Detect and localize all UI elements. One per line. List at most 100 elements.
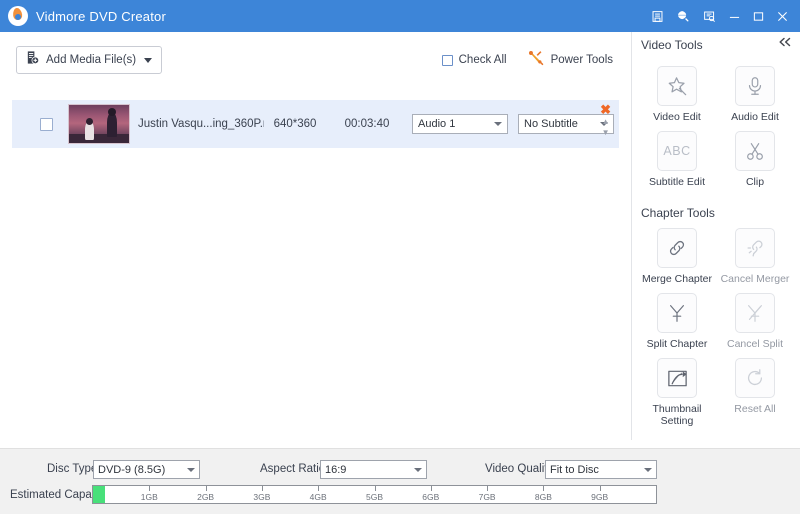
check-all-checkbox[interactable] [442,55,453,66]
video-tools-header: Video Tools [632,32,800,58]
add-file-icon [25,50,40,70]
bottom-bar: Disc Type DVD-9 (8.5G) Aspect Ratio: 16:… [0,448,800,514]
magic-wand-icon [657,66,697,106]
tools-panel: Video Tools Video Edit [631,32,800,440]
feedback-icon[interactable] [696,0,722,32]
video-tools-title: Video Tools [641,38,703,52]
row-checkbox[interactable] [40,118,53,131]
capacity-tick [318,486,319,491]
tool-cancel-merger: Cancel Merger [716,222,794,285]
chevron-down-icon [644,468,652,472]
tool-label: Merge Chapter [642,273,712,285]
add-media-files-button[interactable]: Add Media File(s) [16,46,162,74]
tool-audio-edit[interactable]: Audio Edit [716,60,794,123]
tool-clip[interactable]: Clip [716,125,794,188]
chevron-down-icon [187,468,195,472]
double-chevron-left-icon[interactable] [778,37,792,50]
audio-track-value: Audio 1 [418,118,488,130]
disc-type-label: Disc Type [47,463,97,475]
abc-icon: ABC [657,131,697,171]
disc-type-value: DVD-9 (8.5G) [98,464,181,476]
reset-icon [735,358,775,398]
capacity-ticks: 1GB2GB3GB4GB5GB6GB7GB8GB9GB [93,486,656,503]
video-thumbnail [68,104,130,144]
tool-merge-chapter[interactable]: Merge Chapter [638,222,716,285]
media-resolution: 640*360 [264,118,326,130]
aspect-ratio-select[interactable]: 16:9 [320,460,427,479]
capacity-tick [600,486,601,491]
minimize-button[interactable] [722,0,746,32]
audio-track-select[interactable]: Audio 1 [412,114,508,134]
title-bar: Vidmore DVD Creator [0,0,800,32]
tool-label: Cancel Merger [721,273,790,285]
tool-label: Video Edit [653,111,701,123]
toolbar-right-group: Check All Power Tools [442,49,613,71]
help-globe-icon[interactable] [670,0,696,32]
check-all-control[interactable]: Check All [442,54,507,66]
capacity-tick-label: 2GB [197,492,214,502]
media-list: Justin Vasqu...ing_360P.mp4 640*360 00:0… [0,88,631,448]
move-up-button[interactable]: ▲ [602,117,610,126]
link-icon [657,228,697,268]
table-row[interactable]: Justin Vasqu...ing_360P.mp4 640*360 00:0… [12,100,619,148]
app-title: Vidmore DVD Creator [36,9,166,24]
chevron-down-icon[interactable] [144,58,152,63]
add-media-files-label: Add Media File(s) [46,54,136,66]
capacity-tick [543,486,544,491]
tool-thumbnail-setting[interactable]: Thumbnail Setting [638,352,716,427]
capacity-tick-label: 5GB [366,492,383,502]
chevron-down-icon [414,468,422,472]
move-down-button[interactable]: ▼ [602,128,610,137]
aspect-ratio-value: 16:9 [325,464,408,476]
capacity-tick [487,486,488,491]
register-icon[interactable] [644,0,670,32]
tool-label: Cancel Split [727,338,783,350]
tool-subtitle-edit[interactable]: ABC Subtitle Edit [638,125,716,188]
capacity-tick [206,486,207,491]
microphone-icon [735,66,775,106]
maximize-button[interactable] [746,0,770,32]
capacity-tick-label: 4GB [310,492,327,502]
tool-label: Thumbnail Setting [638,403,716,427]
thumbnail-icon [657,358,697,398]
check-all-label: Check All [459,54,507,66]
tool-reset-all: Reset All [716,352,794,427]
media-filename: Justin Vasqu...ing_360P.mp4 [138,118,264,130]
tool-cancel-split: Cancel Split [716,287,794,350]
main-toolbar: Add Media File(s) Check All Pow [0,32,631,88]
app-window: Vidmore DVD Creator [0,0,800,514]
capacity-tick-label: 8GB [535,492,552,502]
disc-type-select[interactable]: DVD-9 (8.5G) [93,460,200,479]
aspect-ratio-label: Aspect Ratio: [260,463,328,475]
tool-split-chapter[interactable]: Split Chapter [638,287,716,350]
capacity-tick-label: 9GB [591,492,608,502]
tool-label: Audio Edit [731,111,779,123]
chapter-tools-title: Chapter Tools [638,206,794,220]
power-tools-label: Power Tools [551,54,613,66]
capacity-tick [431,486,432,491]
capacity-bar: 1GB2GB3GB4GB5GB6GB7GB8GB9GB [92,485,657,504]
power-tools-button[interactable]: Power Tools [527,49,613,71]
row-actions: ✖ ▲ ▼ [600,104,611,137]
tool-label: Subtitle Edit [649,176,705,188]
remove-media-button[interactable]: ✖ [600,104,611,115]
broken-link-icon [735,228,775,268]
window-controls [644,0,800,32]
tool-video-edit[interactable]: Video Edit [638,60,716,123]
video-quality-select[interactable]: Fit to Disc [545,460,657,479]
subtitle-value: No Subtitle [524,118,594,130]
tool-label: Clip [746,176,764,188]
media-duration: 00:03:40 [332,118,402,130]
video-tools-grid: Video Edit Audio Edit ABC Subtitle [632,58,800,427]
tool-label: Split Chapter [647,338,708,350]
tool-label: Reset All [734,403,775,415]
capacity-tick-label: 6GB [422,492,439,502]
capacity-tick [375,486,376,491]
close-button[interactable] [770,0,794,32]
capacity-tick [262,486,263,491]
capacity-tick-label: 7GB [479,492,496,502]
capacity-tick [149,486,150,491]
split-icon [657,293,697,333]
capacity-tick-label: 3GB [253,492,270,502]
video-quality-value: Fit to Disc [550,464,638,476]
